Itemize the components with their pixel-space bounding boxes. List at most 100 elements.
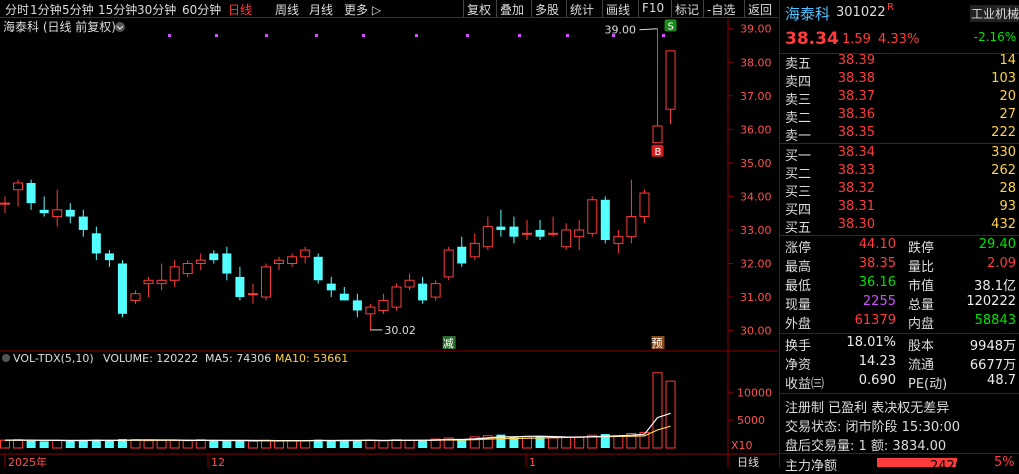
volume-bar xyxy=(326,440,336,448)
y-tick-label: 33.00 xyxy=(740,224,772,237)
divider xyxy=(780,453,1019,454)
period-tab-8[interactable]: 月线 xyxy=(309,1,333,18)
buy-volume: 262 xyxy=(991,163,1016,178)
candle-body xyxy=(613,236,624,244)
candle-body xyxy=(39,209,49,214)
stat-label: 最低 xyxy=(785,279,812,294)
toolbar-button-8[interactable]: 返回 xyxy=(748,1,772,18)
stock-name: 海泰科 xyxy=(785,5,831,23)
divider xyxy=(780,333,1019,334)
volume-bar xyxy=(39,441,49,448)
candle-body xyxy=(91,233,101,254)
y-tick-label: 31.00 xyxy=(740,291,772,304)
stat-label: 内盘 xyxy=(908,317,935,332)
stat-label: 涨停 xyxy=(785,241,812,256)
event-marker xyxy=(518,34,521,37)
toolbar-button-1[interactable]: 叠加 xyxy=(500,1,524,18)
event-marker xyxy=(362,34,365,37)
volume-bar xyxy=(652,372,663,449)
toolbar-button-6[interactable]: 标记 xyxy=(675,1,699,18)
volume-bar xyxy=(418,440,428,448)
candle-body xyxy=(522,232,532,235)
candlestick-chart[interactable]: 海泰科 (日线 前复权) 39.00 38.00 37.00 36.00 35.00 34.… xyxy=(0,18,778,469)
candle-body xyxy=(626,216,637,238)
stat-value: 2255 xyxy=(862,294,896,309)
volume-bar xyxy=(78,440,88,448)
stat-value: 9948万 xyxy=(969,339,1016,354)
candle-body xyxy=(261,266,271,298)
current-price: 38.34 xyxy=(785,29,839,49)
sector-label[interactable]: 工业机械 xyxy=(970,5,1019,22)
stat-row: 外盘 61379 内盘 58843 xyxy=(780,313,1019,332)
sell-price: 38.38 xyxy=(837,71,875,86)
toolbar-button-4[interactable]: 画线 xyxy=(606,1,630,18)
volume-bar xyxy=(235,440,245,448)
buy-volume: 93 xyxy=(999,199,1016,214)
candle-body xyxy=(26,183,36,204)
y-tick-label: 38.00 xyxy=(740,56,772,69)
period-tab-6[interactable]: 日线 xyxy=(228,1,252,18)
volume-bar xyxy=(143,440,154,449)
toolbar-button-0[interactable]: 复权 xyxy=(467,1,491,18)
buy-volume: 330 xyxy=(991,145,1016,160)
volume-bar xyxy=(548,437,559,449)
high-pointer xyxy=(639,28,658,31)
period-tab-2[interactable]: 5分钟 xyxy=(62,1,94,18)
volume-bar xyxy=(169,439,180,449)
candle-body xyxy=(78,216,88,230)
stat-row: 涨停 44.10 跌停 29.40 xyxy=(780,237,1019,256)
toolbar-button-5[interactable]: F10 xyxy=(642,1,664,15)
buy-price: 38.34 xyxy=(837,145,875,160)
candle-body xyxy=(0,202,10,205)
sell-price: 38.36 xyxy=(837,107,875,122)
stat-value: 120222 xyxy=(966,294,1016,309)
toolbar-button-2[interactable]: 多股 xyxy=(535,1,559,18)
high-label: 39.00 xyxy=(605,24,637,37)
period-tab-5[interactable]: 60分钟 xyxy=(182,1,221,18)
candle-body xyxy=(600,199,610,241)
volume-bar xyxy=(457,439,467,448)
period-tab-4[interactable]: 30分钟 xyxy=(137,1,176,18)
stat-value: 58843 xyxy=(974,313,1016,328)
period-tab-1[interactable]: 1分钟 xyxy=(30,1,62,18)
toolbar-button-3[interactable]: 统计 xyxy=(570,1,594,18)
volume-bar xyxy=(65,441,75,448)
price-change-pct: 4.33% xyxy=(878,32,920,47)
volume-bar xyxy=(287,440,298,449)
ma5-value: MA5: 74306 xyxy=(205,352,271,365)
sell-row: 卖一 38.35 222 xyxy=(780,125,1019,144)
stat-value: 0.690 xyxy=(858,373,896,388)
stat-value: 18.01% xyxy=(846,335,896,350)
toolbar-button-7[interactable]: -自选 xyxy=(707,1,735,18)
buy-row: 买三 38.32 28 xyxy=(780,181,1019,200)
chart-area[interactable]: 海泰科 (日线 前复权) 39.00 38.00 37.00 36.00 35.00 34.… xyxy=(0,18,778,469)
sell-volume: 103 xyxy=(991,71,1016,86)
stat-label: 量比 xyxy=(908,260,935,275)
candle-body xyxy=(287,256,298,265)
x-tick-label: 1 xyxy=(529,456,536,467)
divider xyxy=(780,235,1019,236)
candle-body xyxy=(561,229,572,248)
candle-body xyxy=(274,259,285,264)
stock-code: 301022 xyxy=(836,5,886,20)
period-tab-7[interactable]: 周线 xyxy=(275,1,299,18)
stat-label: 市值 xyxy=(908,279,935,294)
event-marker xyxy=(566,34,569,37)
candle-body xyxy=(639,192,650,218)
quote-panel: 海泰科 301022 R 工业机械 -2.16% 38.34 1.59 4.33… xyxy=(779,0,1019,474)
stat-value: 38.35 xyxy=(858,256,896,271)
period-tab-0[interactable]: 分时 xyxy=(5,1,29,18)
buy-price: 38.33 xyxy=(837,163,875,178)
buy-price: 38.32 xyxy=(837,181,875,196)
candle-body xyxy=(587,199,598,234)
stat-value: 2.09 xyxy=(987,256,1016,271)
sell-volume: 222 xyxy=(991,125,1016,140)
period-tab-9[interactable]: 更多 ▷ xyxy=(344,1,381,18)
stat-value: 48.7 xyxy=(987,373,1016,388)
stat-label: 换手 xyxy=(785,339,812,354)
candle-body xyxy=(117,263,127,314)
candle-body xyxy=(130,293,141,301)
period-tab-3[interactable]: 15分钟 xyxy=(98,1,137,18)
price-change: 1.59 xyxy=(842,32,871,47)
candle-body xyxy=(548,232,559,235)
